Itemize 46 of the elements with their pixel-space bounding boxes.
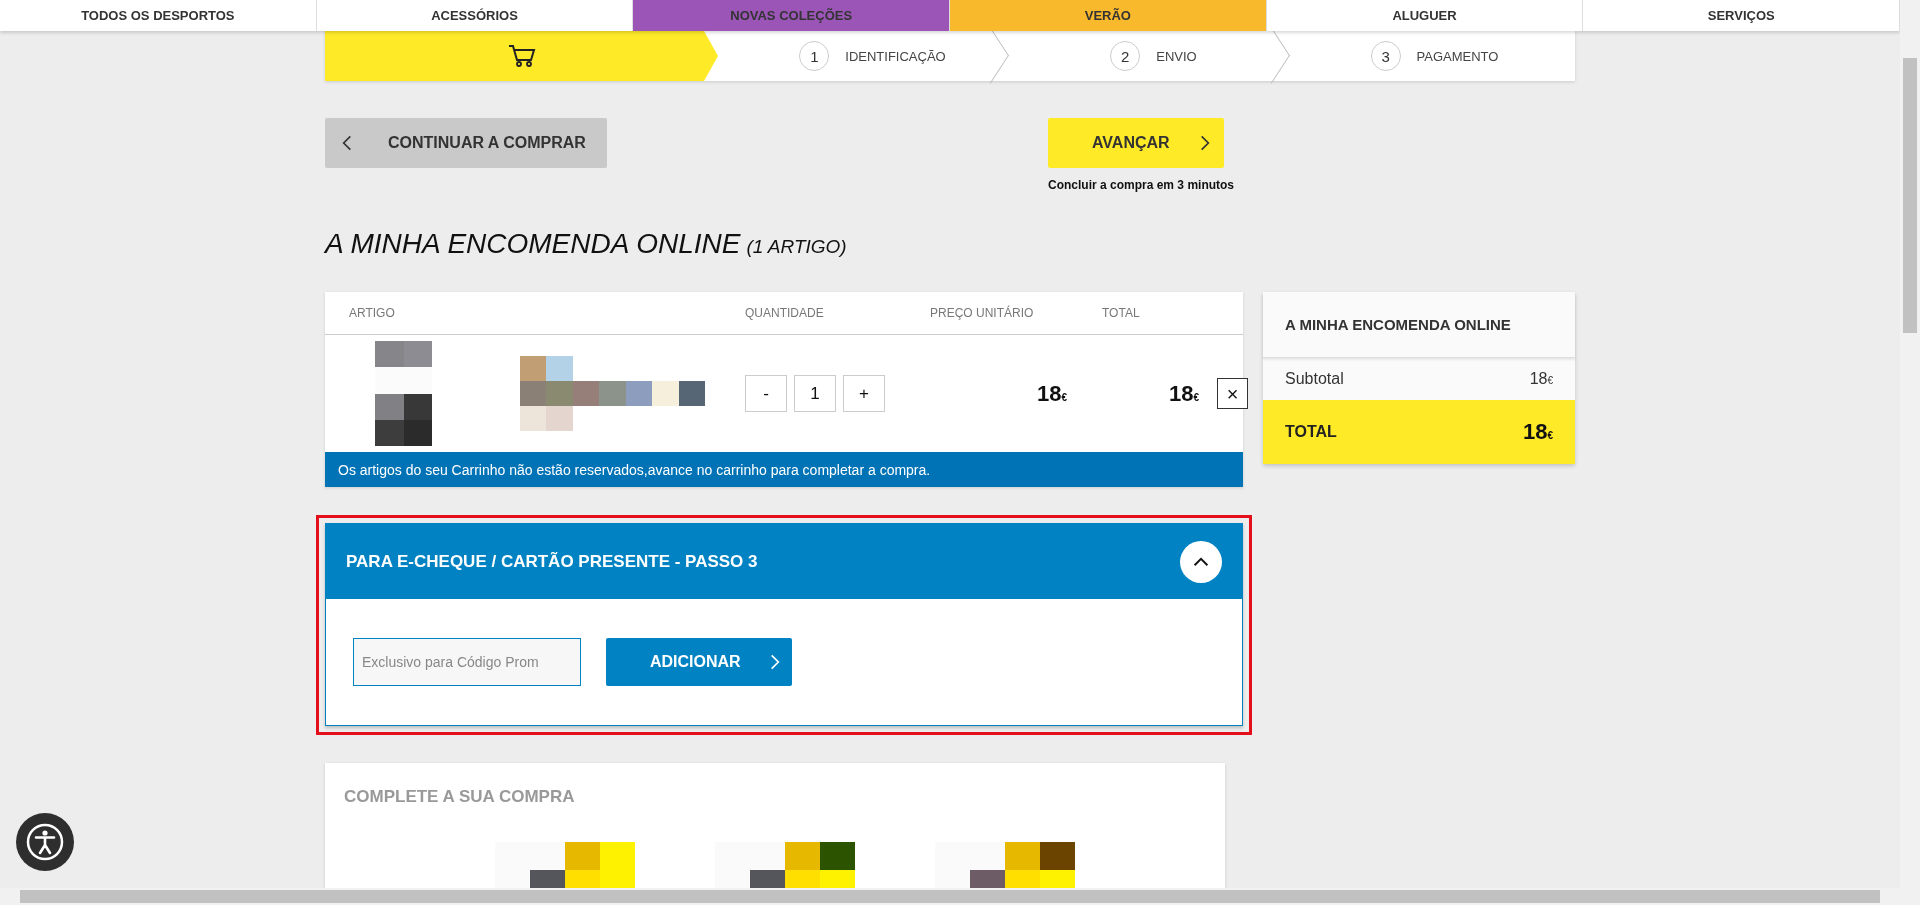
total-label: TOTAL <box>1285 423 1337 441</box>
add-button[interactable]: ADICIONAR <box>606 638 792 686</box>
cart-icon <box>507 44 536 68</box>
horizontal-scrollbar[interactable] <box>0 888 1920 905</box>
next-button[interactable]: AVANÇAR <box>1048 118 1224 168</box>
chevron-left-icon <box>342 134 352 152</box>
chevron-right-icon <box>1200 134 1210 152</box>
total-price: 18€ <box>1168 380 1199 407</box>
remove-button[interactable]: × <box>1217 378 1248 409</box>
subtotal-label: Subtotal <box>1285 370 1344 388</box>
vertical-scrollbar[interactable] <box>1900 0 1920 888</box>
collapse-button[interactable] <box>1180 540 1222 583</box>
checkout-step[interactable]: 1 IDENTIFICAÇÃO <box>718 31 1013 81</box>
nav-menu-item[interactable]: TODOS OS DESPORTOS <box>0 0 317 31</box>
panel-title: PARA E-CHEQUE / CARTÃO PRESENTE - PASSO 3 <box>346 551 758 572</box>
subtotal-amount: 18€ <box>1529 370 1553 388</box>
section-title: COMPLETE A SUA COMPRA <box>343 786 576 807</box>
nav-menu-item[interactable]: VERÃO <box>950 0 1267 31</box>
increase-button[interactable]: + <box>843 375 885 412</box>
unit-price: 18€ <box>1036 380 1067 407</box>
column-header: TOTAL <box>1101 306 1141 320</box>
summary-title: A MINHA ENCOMENDA ONLINE <box>1263 292 1575 358</box>
nav-menu-item[interactable]: SERVIÇOS <box>1583 0 1900 31</box>
decrease-button[interactable]: - <box>745 375 787 412</box>
chevron-right-icon <box>770 653 780 671</box>
checkout-step[interactable]: 2 ENVIO <box>1013 31 1294 81</box>
chevron-up-icon <box>1193 556 1209 567</box>
checkout-step[interactable] <box>325 31 718 81</box>
continue-shopping-button[interactable]: CONTINUAR A COMPRAR <box>325 118 607 168</box>
column-header: QUANTIDADE <box>745 306 825 320</box>
page-title: A MINHA ENCOMENDA ONLINE <box>325 228 741 260</box>
checkout-time-note: Concluir a compra em 3 minutos <box>1048 178 1235 192</box>
cart-notice-bar: Os artigos do seu Carrinho não estão reservados,avance no carrinho para completar a compra. <box>325 452 1243 487</box>
quantity-field[interactable]: 1 <box>794 375 836 412</box>
total-amount: 18€ <box>1522 419 1553 445</box>
promo-code-field[interactable]: Exclusivo para Código Prom <box>353 638 581 686</box>
step-label: IDENTIFICAÇÃO <box>845 48 946 64</box>
checkout-step[interactable]: 3 PAGAMENTO <box>1294 31 1575 81</box>
step-label: PAGAMENTO <box>1416 48 1499 64</box>
column-header: PREÇO UNITÁRIO <box>929 306 1035 320</box>
accessibility-icon[interactable] <box>16 813 74 871</box>
nav-menu-item[interactable]: ALUGUER <box>1266 0 1584 31</box>
column-header: ARTIGO <box>348 306 396 320</box>
nav-menu-item[interactable]: ACESSÓRIOS <box>316 0 634 31</box>
step-label: ENVIO <box>1156 48 1197 64</box>
item-count: (1 ARTIGO) <box>746 236 847 258</box>
